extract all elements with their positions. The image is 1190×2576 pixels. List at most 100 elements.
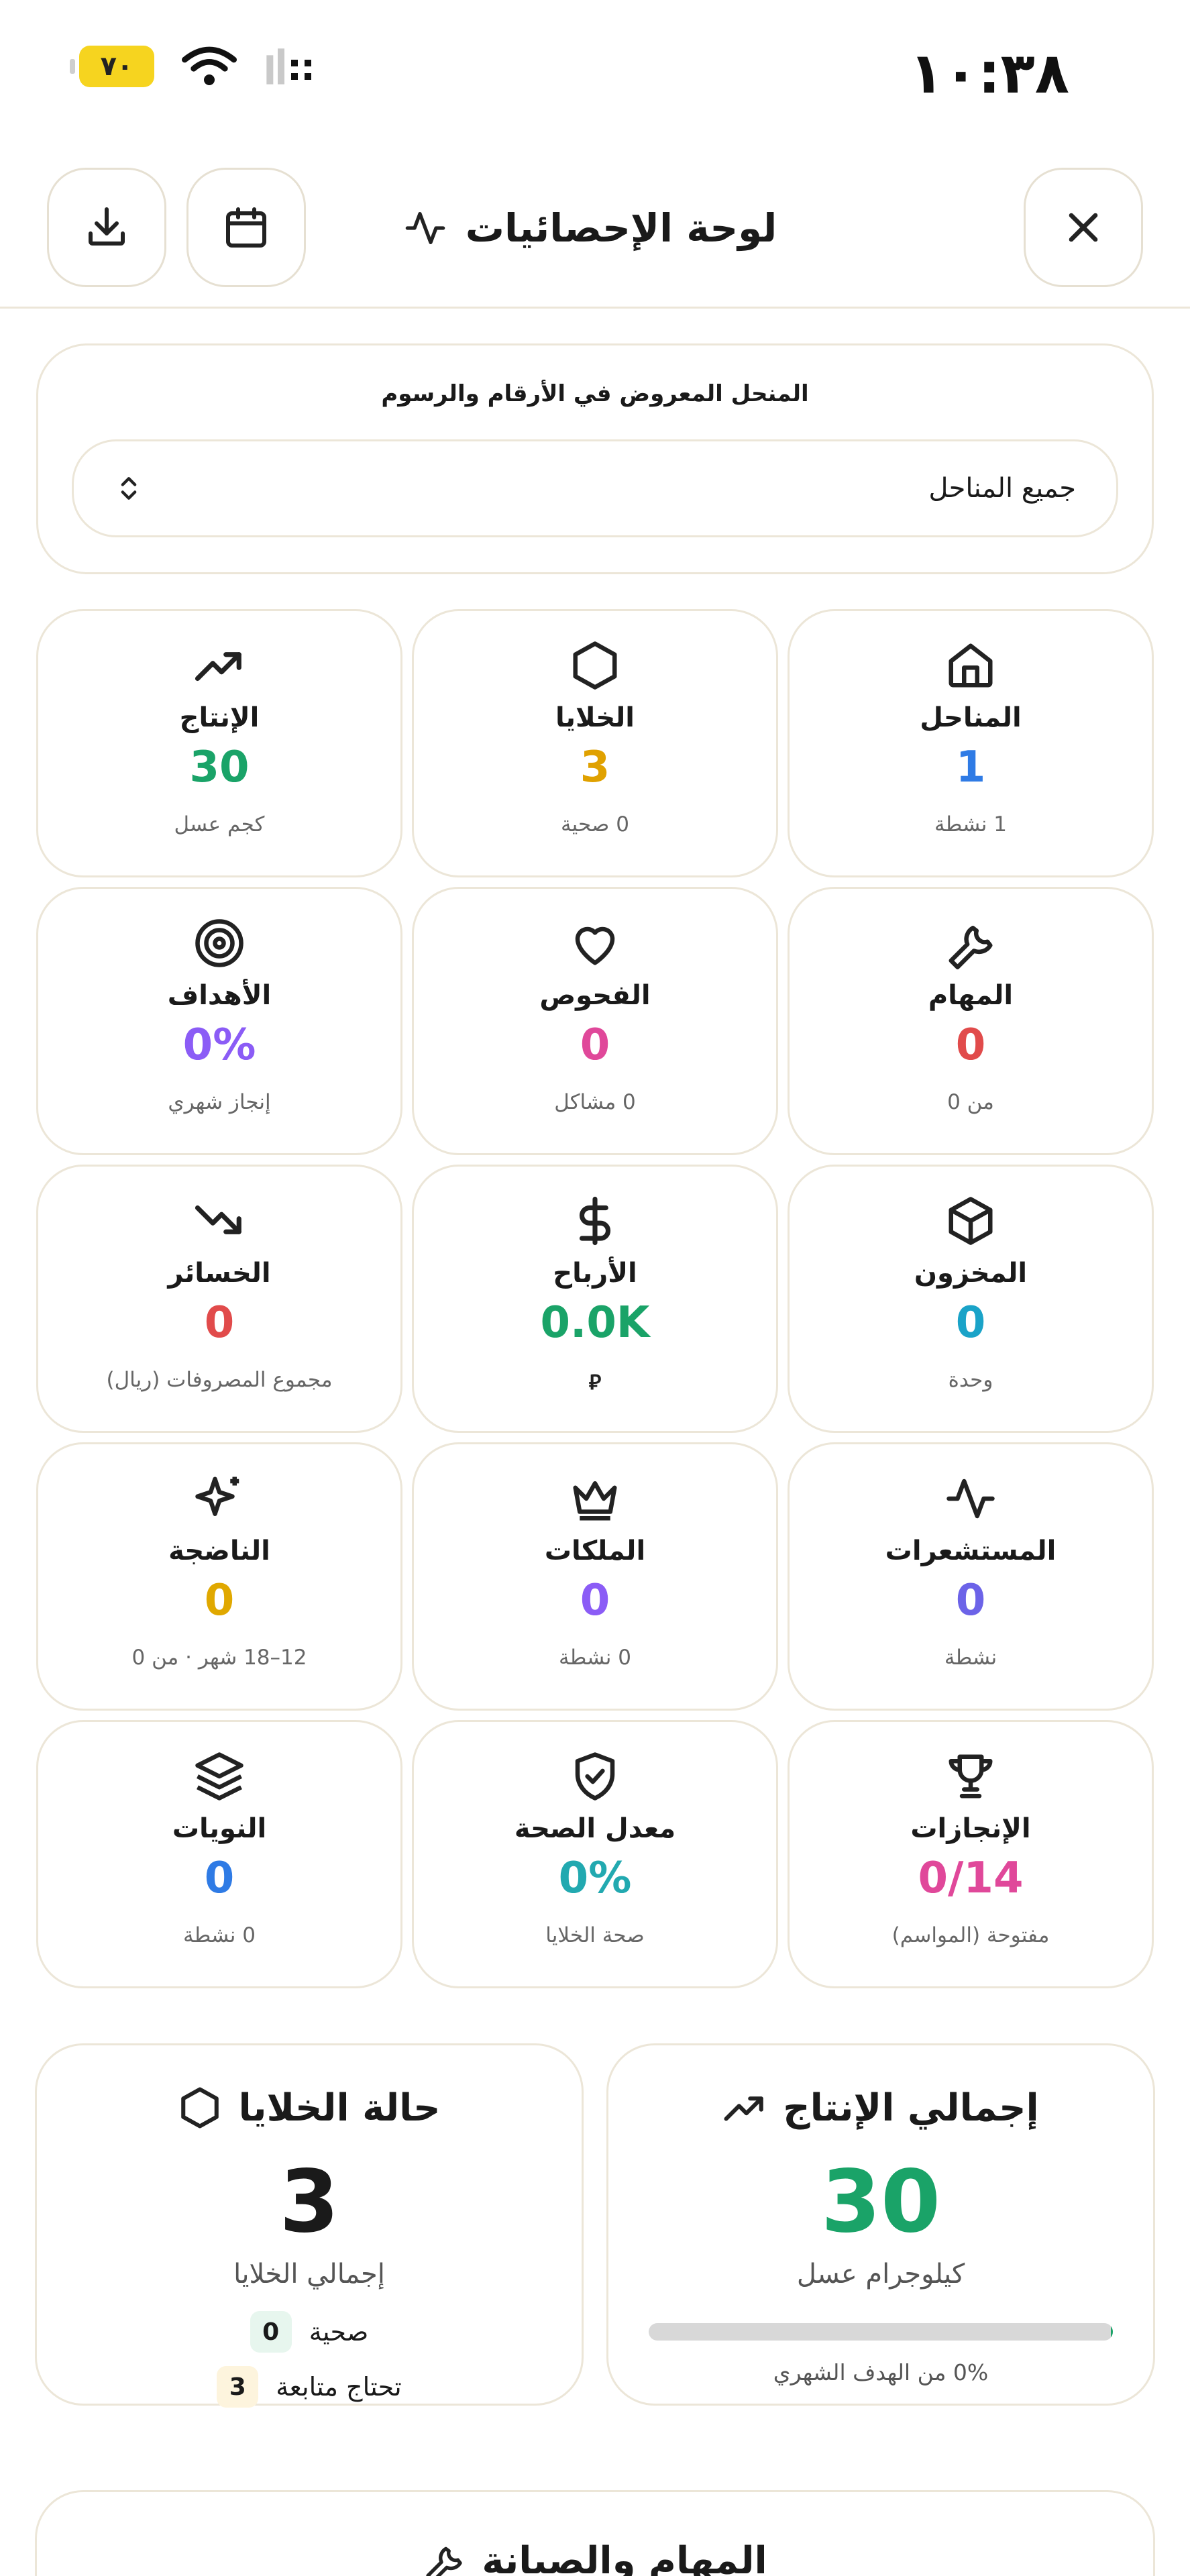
stat-card-inventory[interactable]: المخزون 0 وحدة: [788, 1165, 1154, 1433]
healthy-hives-row: صحية 0: [37, 2311, 582, 2353]
hives-unit: إجمالي الخلايا: [233, 2259, 385, 2290]
stat-label: المخزون: [914, 1258, 1028, 1289]
stat-card-sensors[interactable]: المستشعرات 0 نشطة: [788, 1442, 1154, 1711]
stat-card-shifts[interactable]: النويات 0 0 نشطة: [36, 1720, 402, 1988]
stat-sub: من 0: [947, 1090, 994, 1114]
close-button[interactable]: [1024, 168, 1143, 287]
stat-label: الإنتاج: [179, 702, 260, 733]
apiary-filter-card: المنحل المعروض في الأرقام والرسوم جميع ا…: [36, 343, 1154, 574]
trophy-icon: [949, 1754, 993, 1799]
stat-value: 0: [204, 1576, 235, 1625]
close-icon: [1069, 213, 1098, 242]
stat-label: النويات: [172, 1813, 267, 1844]
target-icon: [195, 919, 244, 967]
hives-summary-title: حالة الخلايا: [37, 2086, 582, 2130]
stat-label: الخلايا: [555, 702, 635, 733]
stat-value: 0: [204, 1854, 235, 1903]
status-time: ١٠:٣٨: [909, 40, 1069, 106]
monthly-goal-progress-fill: [1110, 2323, 1113, 2341]
hives-total: 3: [279, 2152, 339, 2252]
stat-card-achievements[interactable]: الإنجازات 0/14 مفتوحة (المواسم): [788, 1720, 1154, 1988]
stat-card-apiaries[interactable]: المناحل 1 1 نشطة: [788, 609, 1154, 877]
stat-sub: نشطة: [944, 1646, 997, 1670]
stat-value: 0: [204, 1298, 235, 1348]
stat-label: الإنجازات: [910, 1813, 1031, 1844]
healthy-label: صحية: [309, 2317, 369, 2347]
stat-label: الأرباح: [553, 1258, 637, 1289]
stat-sub: 12–18 شهر · من 0: [131, 1646, 307, 1670]
trending-up-icon: [195, 652, 241, 682]
page-title: لوحة الإحصائيات: [376, 195, 805, 262]
stat-label: معدل الصحة: [514, 1813, 676, 1844]
stat-card-health[interactable]: معدل الصحة 0% صحة الخلايا: [412, 1720, 778, 1988]
status-icons: ٧٠: [70, 46, 318, 87]
stat-card-losses[interactable]: الخسائر 0 مجموع المصروفات (ريال): [36, 1165, 402, 1433]
page-title-text: لوحة الإحصائيات: [465, 205, 777, 251]
stat-card-profits[interactable]: الأرباح 0.0K ⃁: [412, 1165, 778, 1433]
stat-label: المهام: [928, 980, 1014, 1011]
stat-card-tasks[interactable]: المهام 0 من 0: [788, 887, 1154, 1155]
layers-icon: [195, 1752, 244, 1801]
hives-summary-title-text: حالة الخلايا: [238, 2086, 441, 2130]
apiary-select[interactable]: جميع المناحل: [72, 439, 1118, 537]
followup-count-badge: 3: [217, 2366, 259, 2408]
stat-card-mature[interactable]: الناضجة 0 12–18 شهر · من 0: [36, 1442, 402, 1711]
stat-label: الأهداف: [167, 980, 272, 1011]
stat-sub: 0 مشاكل: [554, 1090, 636, 1114]
stat-value: 3: [580, 743, 610, 792]
tasks-maintenance-title-text: المهام والصيانة: [482, 2539, 767, 2576]
stat-sub: مفتوحة (المواسم): [891, 1923, 1050, 1947]
hexagon-icon: [573, 641, 617, 690]
wrench-icon: [426, 2546, 462, 2576]
download-icon: [89, 207, 125, 246]
download-button[interactable]: [47, 168, 166, 287]
stat-sub: ⃁: [588, 1371, 602, 1395]
stat-card-production[interactable]: الإنتاج 30 كجم عسل: [36, 609, 402, 877]
stat-value: 0: [955, 1576, 986, 1625]
stat-value: 0/14: [918, 1854, 1024, 1903]
package-icon: [949, 1197, 993, 1245]
apiary-select-value: جميع المناحل: [928, 473, 1076, 504]
stat-value: 30: [189, 743, 250, 792]
stat-sub: 0 نشطة: [183, 1923, 256, 1947]
stat-card-queens[interactable]: الملكات 0 0 نشطة: [412, 1442, 778, 1711]
tasks-maintenance-card: المهام والصيانة: [35, 2490, 1155, 2576]
monthly-goal-progress: [649, 2323, 1113, 2341]
healthy-count-badge: 0: [250, 2311, 292, 2353]
stat-sub: وحدة: [948, 1368, 993, 1392]
stat-card-goals[interactable]: الأهداف 0% إنجاز شهري: [36, 887, 402, 1155]
followup-hives-row: تحتاج متابعة 3: [37, 2366, 582, 2408]
followup-label: تحتاج متابعة: [276, 2372, 402, 2402]
stat-card-hives[interactable]: الخلايا 3 0 صحية: [412, 609, 778, 877]
stat-card-inspections[interactable]: الفحوص 0 0 مشاكل: [412, 887, 778, 1155]
stat-value: 1: [955, 743, 986, 792]
trending-down-icon: [195, 1205, 241, 1234]
trending-up-icon: [724, 2096, 764, 2121]
production-summary-title-text: إجمالي الإنتاج: [783, 2086, 1039, 2130]
stat-sub: 0 نشطة: [559, 1646, 631, 1670]
production-total: 30: [820, 2152, 941, 2252]
home-icon: [949, 643, 993, 688]
filter-label: المنحل المعروض في الأرقام والرسوم: [381, 380, 809, 407]
shield-check-icon: [575, 1752, 615, 1801]
calendar-button[interactable]: [186, 168, 306, 287]
activity-icon: [946, 1479, 995, 1519]
stat-sub: 0 صحية: [561, 812, 629, 837]
hexagon-icon: [181, 2087, 219, 2129]
stat-value: 0: [955, 1020, 986, 1070]
stat-sub: 1 نشطة: [934, 812, 1007, 837]
stat-value: 0: [580, 1020, 610, 1070]
hives-summary-card: حالة الخلايا 3 إجمالي الخلايا صحية 0 تحت…: [35, 2043, 584, 2408]
stat-value: 0: [580, 1576, 610, 1625]
battery-icon: ٧٠: [70, 46, 154, 87]
stat-label: المناحل: [920, 702, 1022, 733]
calendar-icon: [226, 207, 266, 248]
production-unit: كيلوجرام عسل: [796, 2259, 965, 2290]
heart-icon: [575, 926, 615, 965]
stat-value: 0%: [558, 1854, 632, 1903]
activity-icon: [405, 212, 445, 244]
stat-sub: كجم عسل: [174, 812, 265, 837]
monthly-goal-note: 0% من الهدف الشهري: [773, 2359, 989, 2385]
stat-label: الناضجة: [168, 1536, 270, 1566]
battery-level: ٧٠: [100, 51, 133, 82]
